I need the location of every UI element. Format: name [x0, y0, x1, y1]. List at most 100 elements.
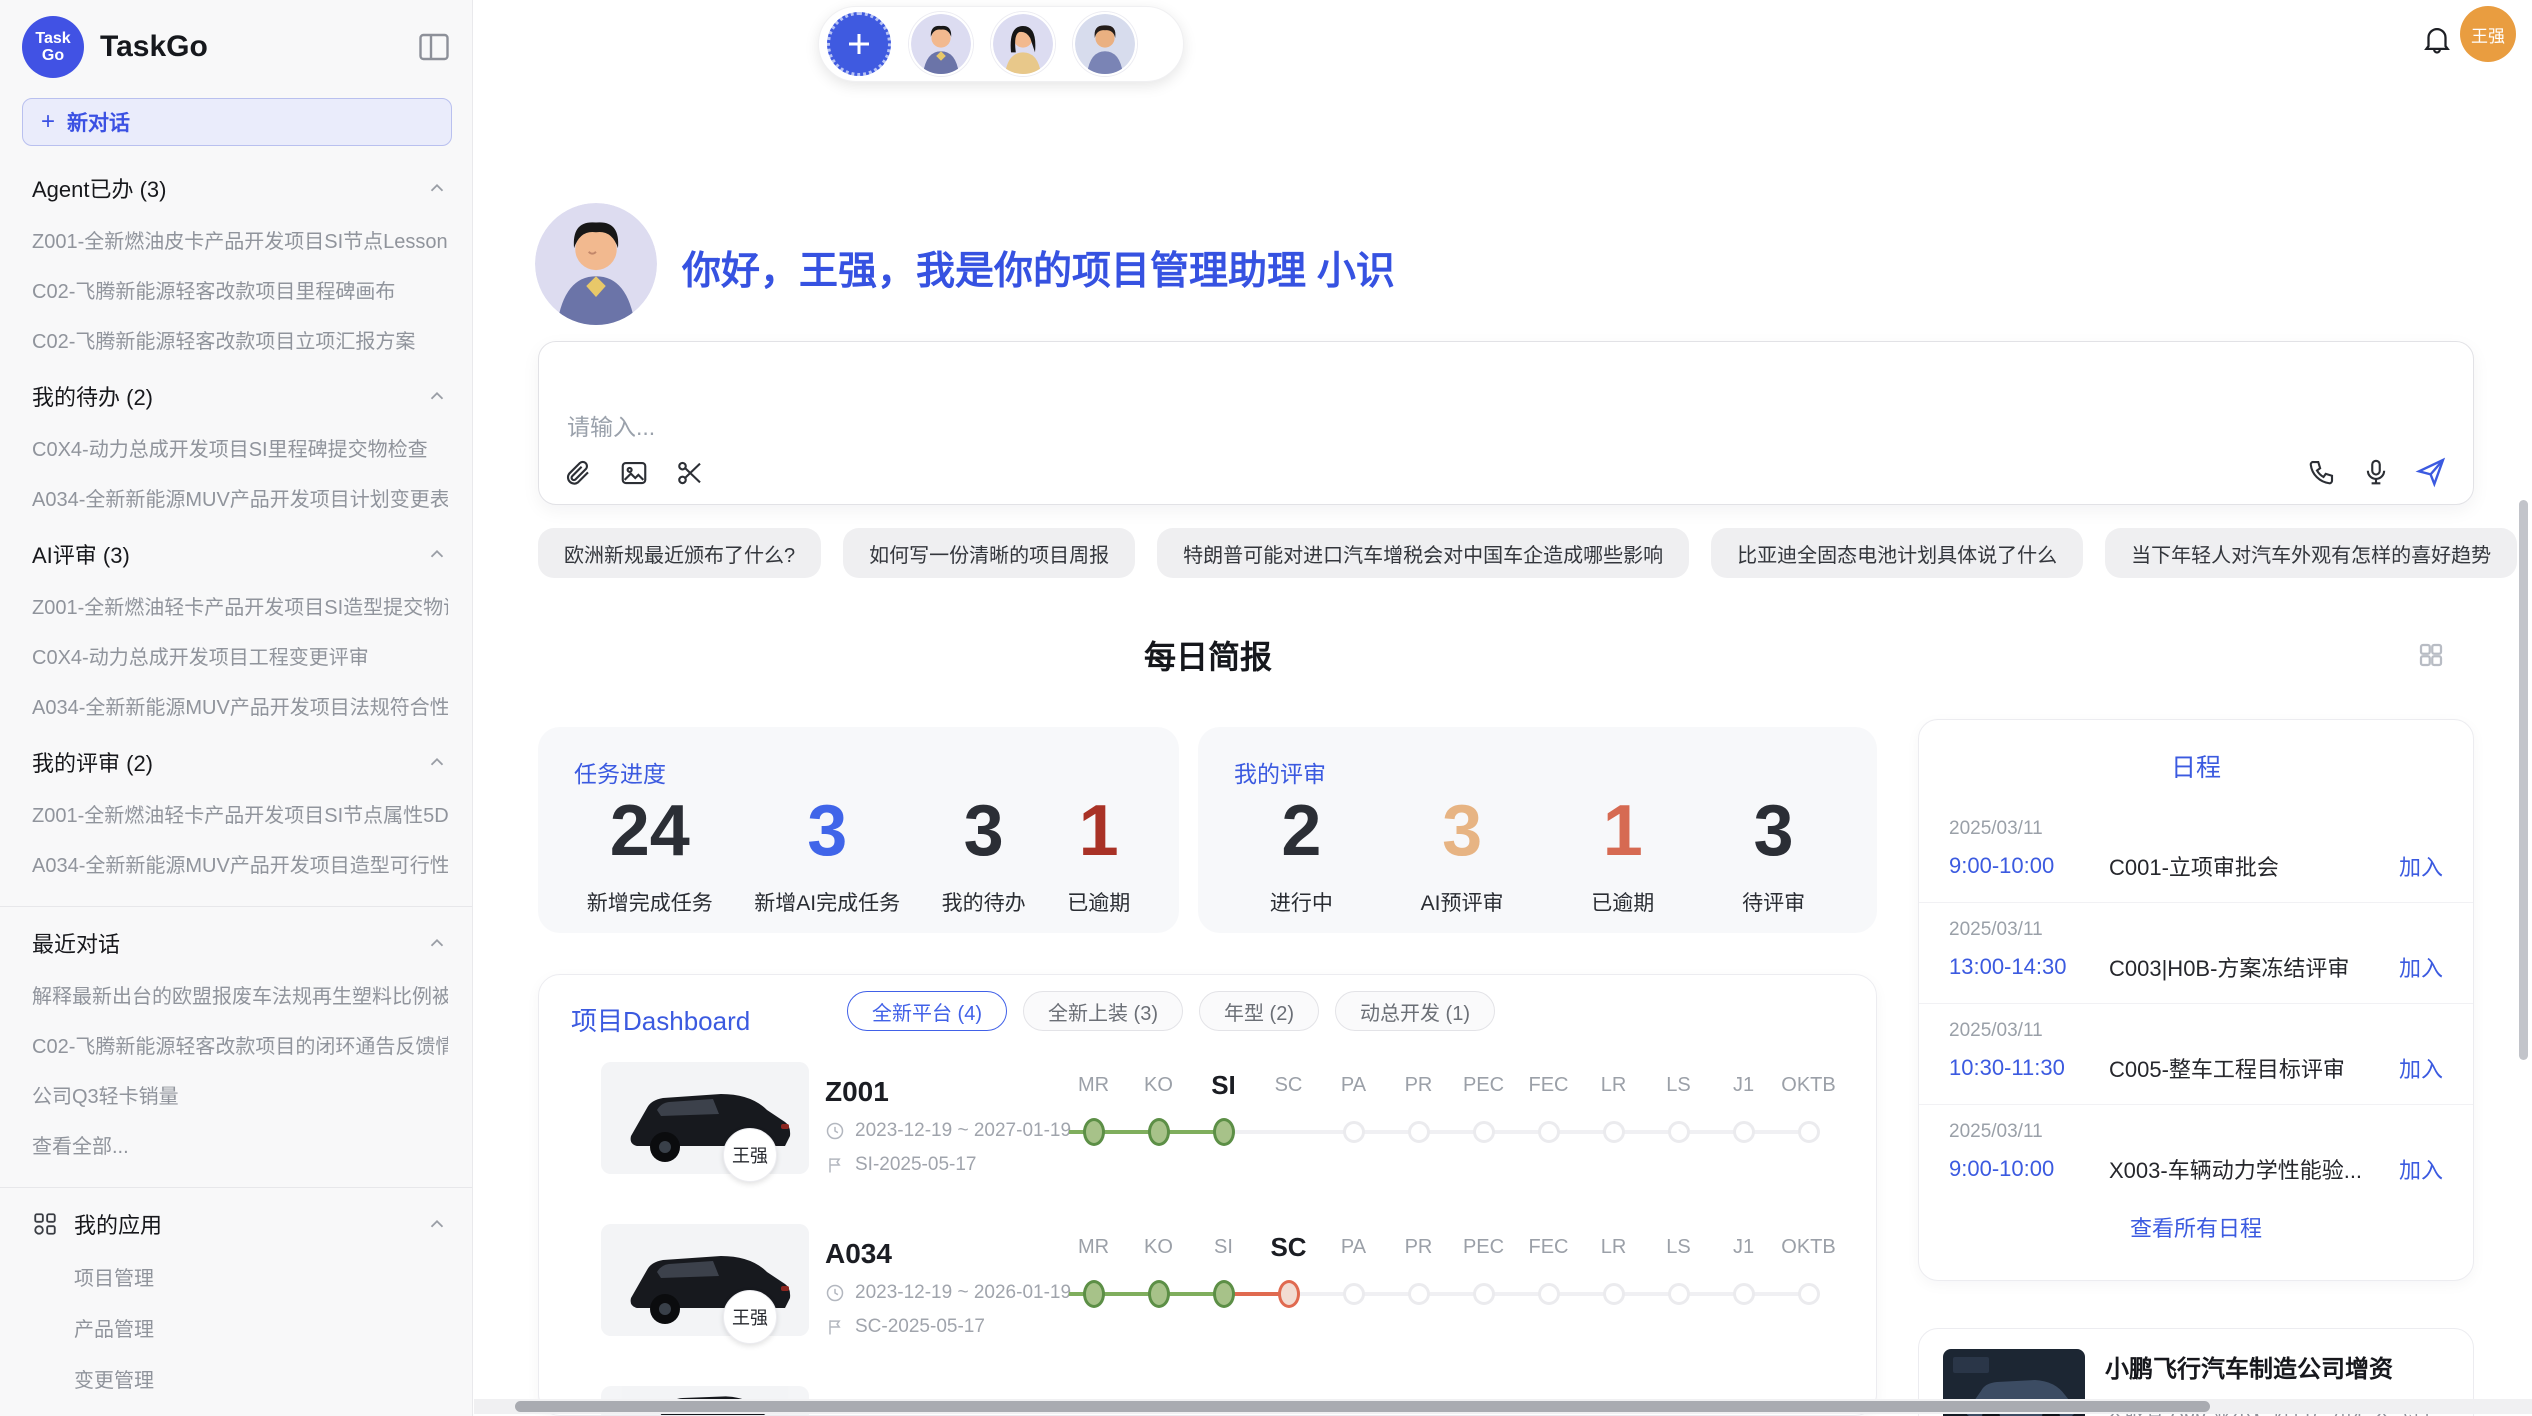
sidebar-header: Task Go TaskGo: [0, 0, 472, 88]
tab-powertrain[interactable]: 动总开发 (1): [1335, 991, 1495, 1031]
flag-label: SI-2025-05-17: [855, 1154, 976, 1176]
join-link[interactable]: 加入: [2399, 951, 2443, 983]
list-item[interactable]: C02-飞腾新能源轻客改款项目立项汇报方案: [32, 325, 448, 354]
send-icon[interactable]: [2415, 456, 2447, 488]
new-chat-button[interactable]: + 新对话: [22, 98, 452, 146]
attach-file-icon[interactable]: [563, 458, 593, 488]
list-item[interactable]: C0X4-动力总成开发项目SI里程碑提交物检查: [32, 433, 448, 462]
milestone-label: LR: [1601, 1236, 1627, 1258]
chevron-up-icon[interactable]: [426, 932, 448, 954]
section-recent-chats[interactable]: 最近对话: [32, 927, 448, 959]
section-title: AI评审 (3): [32, 538, 130, 570]
add-session-button[interactable]: [827, 12, 891, 76]
voice-call-icon[interactable]: [2307, 457, 2337, 487]
milestone-label: LS: [1666, 1236, 1690, 1258]
chat-input-placeholder: 请输入...: [567, 408, 655, 442]
schedule-time: 13:00-14:30: [1949, 954, 2109, 980]
section-my-review[interactable]: 我的评审 (2): [32, 746, 448, 778]
daily-briefing-title: 每日简报: [538, 632, 1878, 678]
milestone-label: KO: [1144, 1074, 1173, 1096]
project-car-image: [601, 1224, 809, 1336]
dashboard-tabs: 全新平台 (4) 全新上装 (3) 年型 (2) 动总开发 (1): [847, 991, 1495, 1031]
flag-label: SC-2025-05-17: [855, 1316, 985, 1338]
apps-grid-icon: [32, 1211, 58, 1237]
avatar[interactable]: [991, 12, 1055, 76]
list-item[interactable]: A034-全新新能源MUV产品开发项目计划变更表编写: [32, 483, 448, 512]
chat-input-box[interactable]: 请输入...: [538, 341, 2474, 505]
chevron-up-icon[interactable]: [426, 385, 448, 407]
layout-grid-icon[interactable]: [2416, 640, 2446, 670]
schedule-item: 2025/03/11 13:00-14:30 C003|H0B-方案冻结评审 加…: [1919, 903, 2473, 1004]
milestone-label-current: SC: [1270, 1232, 1306, 1262]
tab-year-model[interactable]: 年型 (2): [1199, 991, 1319, 1031]
stat-label: 新增完成任务: [587, 887, 713, 917]
plus-icon: +: [41, 108, 55, 136]
tab-new-body[interactable]: 全新上装 (3): [1023, 991, 1183, 1031]
section-my-todo[interactable]: 我的待办 (2): [32, 380, 448, 412]
list-item[interactable]: C02-飞腾新能源轻客改款项目里程碑画布: [32, 275, 448, 304]
milestone-dot-pending: [1343, 1283, 1365, 1305]
notification-bell-icon[interactable]: [2420, 22, 2454, 56]
stat-value: 3: [1742, 789, 1805, 873]
project-code: A034: [825, 1238, 892, 1270]
session-avatar-bar: [818, 6, 1184, 82]
stat-value: 1: [1591, 789, 1654, 873]
scissors-icon[interactable]: [675, 458, 705, 488]
microphone-icon[interactable]: [2361, 457, 2391, 487]
sidebar-collapse-icon[interactable]: [416, 29, 452, 65]
stat-value: 3: [942, 789, 1026, 873]
list-item[interactable]: A034-全新新能源MUV产品开发项目法规符合性评审: [32, 691, 448, 720]
suggestion-chip[interactable]: 当下年轻人对汽车外观有怎样的喜好趋势: [2105, 528, 2517, 578]
tab-new-platform[interactable]: 全新平台 (4): [847, 991, 1007, 1031]
list-item[interactable]: 解释最新出台的欧盟报废车法规再生塑料比例被调至15%...: [32, 980, 448, 1009]
sidebar-item-change-mgmt[interactable]: 变更管理: [74, 1364, 448, 1393]
milestone-dot-pending: [1798, 1121, 1820, 1143]
project-row[interactable]: 王强 A034 2023-12-19 ~ 2026-01-19 SC-2025-…: [539, 1224, 1876, 1374]
schedule-item: 2025/03/11 9:00-10:00 X003-车辆动力学性能验... 加…: [1919, 1105, 2473, 1205]
chevron-up-icon[interactable]: [426, 177, 448, 199]
join-link[interactable]: 加入: [2399, 1153, 2443, 1185]
join-link[interactable]: 加入: [2399, 1052, 2443, 1084]
user-avatar[interactable]: 王强: [2460, 6, 2516, 62]
suggestion-chip[interactable]: 欧洲新规最近颁布了什么?: [538, 528, 821, 578]
list-item[interactable]: A034-全新新能源MUV产品开发项目造型可行性评审: [32, 849, 448, 878]
list-item[interactable]: C02-飞腾新能源轻客改款项目的闭环通告反馈情况: [32, 1030, 448, 1059]
section-agent-done[interactable]: Agent已办 (3): [32, 172, 448, 204]
horizontal-scrollbar-thumb[interactable]: [515, 1401, 2210, 1412]
suggestion-chip[interactable]: 特朗普可能对进口汽车增税会对中国车企造成哪些影响: [1157, 528, 1689, 578]
sidebar-item-project-mgmt[interactable]: 项目管理: [74, 1262, 448, 1291]
list-item[interactable]: Z001-全新燃油皮卡产品开发项目SI节点Lesson Learn报告: [32, 225, 448, 254]
schedule-name: C003|H0B-方案冻结评审: [2109, 951, 2399, 983]
logo-line2: Go: [42, 47, 64, 64]
horizontal-scrollbar[interactable]: [474, 1399, 2532, 1414]
schedule-item: 2025/03/11 10:30-11:30 C005-整车工程目标评审 加入: [1919, 1004, 2473, 1105]
avatar[interactable]: [1073, 12, 1137, 76]
view-all-chats[interactable]: 查看全部...: [32, 1130, 448, 1159]
join-link[interactable]: 加入: [2399, 850, 2443, 882]
list-item[interactable]: Z001-全新燃油轻卡产品开发项目SI造型提交物评审: [32, 591, 448, 620]
list-item[interactable]: 公司Q3轻卡销量: [32, 1080, 448, 1109]
vertical-scrollbar-thumb[interactable]: [2519, 500, 2528, 1060]
chevron-up-icon[interactable]: [426, 1213, 448, 1235]
project-row[interactable]: 王强 Z001 2023-12-19 ~ 2027-01-19 SI-2025-…: [539, 1062, 1876, 1212]
stat-review-overdue: 1 已逾期: [1591, 789, 1654, 917]
sidebar-item-my-apps[interactable]: 我的应用: [32, 1208, 448, 1240]
milestone-label: PR: [1405, 1074, 1433, 1096]
view-all-schedule-link[interactable]: 查看所有日程: [1919, 1211, 2473, 1243]
sidebar-item-product-mgmt[interactable]: 产品管理: [74, 1313, 448, 1342]
milestone-dot-pending: [1733, 1283, 1755, 1305]
new-chat-label: 新对话: [67, 107, 130, 137]
attach-image-icon[interactable]: [619, 458, 649, 488]
list-item[interactable]: Z001-全新燃油轻卡产品开发项目SI节点属性5D文件评审: [32, 799, 448, 828]
suggestion-chip[interactable]: 比亚迪全固态电池计划具体说了什么: [1711, 528, 2083, 578]
chevron-up-icon[interactable]: [426, 751, 448, 773]
chevron-up-icon[interactable]: [426, 543, 448, 565]
project-dates: 2023-12-19 ~ 2027-01-19: [825, 1120, 1071, 1142]
milestone-dot-pending: [1473, 1121, 1495, 1143]
divider: [0, 906, 472, 907]
section-ai-review[interactable]: AI评审 (3): [32, 538, 448, 570]
avatar[interactable]: [909, 12, 973, 76]
stat-label: 新增AI完成任务: [754, 887, 900, 917]
list-item[interactable]: C0X4-动力总成开发项目工程变更评审: [32, 641, 448, 670]
suggestion-chip[interactable]: 如何写一份清晰的项目周报: [843, 528, 1135, 578]
